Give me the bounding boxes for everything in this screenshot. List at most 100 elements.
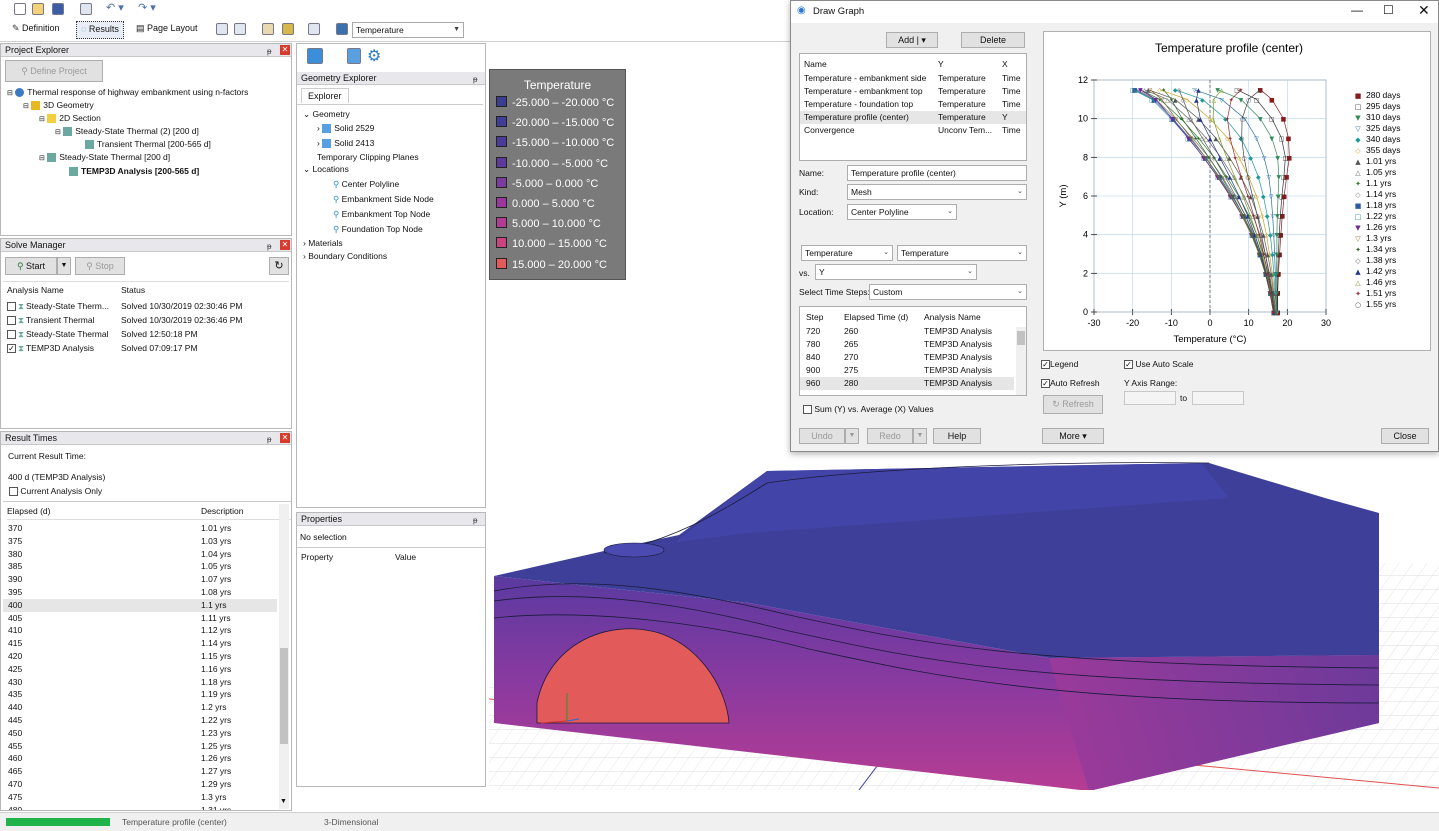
checkbox[interactable] [7, 316, 16, 326]
graph-icon[interactable] [308, 23, 320, 35]
y-max-field[interactable] [1192, 391, 1244, 405]
table-row[interactable]: 380 1.04 yrs [3, 548, 277, 561]
table-row[interactable]: 405 1.11 yrs [3, 612, 277, 625]
table-row[interactable]: 370 1.01 yrs [3, 522, 277, 535]
legend-checkbox[interactable]: ✓Legend [1041, 359, 1078, 370]
tree-item-locations[interactable]: ⌄ Locations [303, 163, 349, 175]
pin-icon[interactable]: ᵽ [473, 514, 477, 527]
undo-dropdown[interactable]: ▼ [845, 428, 859, 444]
redo-button[interactable]: Redo [867, 428, 913, 444]
tree-item-steady-state[interactable]: ⊟ Steady-State Thermal [200 d] [39, 151, 170, 165]
define-project-button[interactable]: ⚲ Define Project [5, 60, 103, 82]
pin-icon[interactable]: ᵽ [473, 73, 477, 86]
checkbox[interactable] [9, 487, 18, 497]
close-icon[interactable]: ✕ [280, 433, 290, 443]
tab-results[interactable]: ◌ Results [76, 21, 124, 39]
flow-icon[interactable] [262, 23, 274, 35]
auto-refresh-checkbox[interactable]: ✓Auto Refresh [1041, 378, 1100, 389]
add-button[interactable]: Add | ▾ [886, 32, 938, 48]
tree-item-embankment-top[interactable]: ⚲ Embankment Top Node [333, 208, 430, 220]
checkbox[interactable] [7, 330, 16, 340]
table-row[interactable]: 455 1.25 yrs [3, 740, 277, 753]
contour-select[interactable]: Temperature ▼ [352, 22, 464, 38]
legend-icon[interactable] [336, 23, 348, 35]
tree-item-solid-2413[interactable]: › Solid 2413 [317, 137, 374, 149]
close-icon[interactable]: ✕ [280, 45, 290, 55]
checkbox[interactable]: ✓ [1041, 360, 1050, 370]
table-row[interactable]: 395 1.08 yrs [3, 586, 277, 599]
table-row[interactable]: 900 275 TEMP3D Analysis [800, 364, 1014, 377]
redo-dropdown[interactable]: ▼ [913, 428, 927, 444]
settings-gear-icon[interactable]: ⚙ [367, 46, 381, 66]
table-row[interactable]: 780 265 TEMP3D Analysis [800, 338, 1014, 351]
tree-item-transient[interactable]: Transient Thermal [200-565 d] [85, 138, 211, 150]
undo-icon[interactable]: ↶ ▾ [106, 1, 124, 14]
table-row[interactable]: ✓ ⧗ TEMP3D Analysis Solved 07:09:17 PM [7, 342, 293, 355]
kind-select[interactable]: Mesh ⌄ [847, 184, 1027, 200]
layout-icon[interactable] [216, 23, 228, 35]
table-row[interactable]: 840 270 TEMP3D Analysis [800, 351, 1014, 364]
tree-item-project[interactable]: ⊟ Thermal response of highway embankment… [7, 86, 248, 100]
table-row[interactable]: 420 1.15 yrs [3, 650, 277, 663]
minimize-icon[interactable]: — [1351, 3, 1363, 17]
scrollbar[interactable] [1016, 327, 1026, 395]
table-row[interactable]: 475 1.3 yrs [3, 791, 277, 804]
list-item[interactable]: Convergence Unconv Tem... Time [800, 124, 1026, 137]
table-row[interactable]: 720 260 TEMP3D Analysis [800, 325, 1014, 338]
start-dropdown[interactable]: ▼ [57, 257, 71, 275]
scroll-thumb[interactable] [280, 648, 288, 744]
table-row[interactable]: 480 1.31 yrs [3, 804, 277, 810]
tree-item-clipping[interactable]: Temporary Clipping Planes [317, 151, 419, 163]
save-icon[interactable] [52, 3, 64, 15]
time-steps-select[interactable]: Custom ⌄ [869, 284, 1027, 300]
tree-item-boundary[interactable]: › Boundary Conditions [303, 250, 387, 262]
more-button[interactable]: More ▾ [1042, 428, 1104, 444]
tree-item-center-polyline[interactable]: ⚲ Center Polyline [333, 178, 399, 190]
tree-item-geometry[interactable]: ⌄ Geometry [303, 108, 350, 120]
close-button[interactable]: Close [1381, 428, 1429, 444]
solid-icon[interactable] [347, 48, 361, 64]
tab-page-layout[interactable]: ▤ Page Layout [136, 23, 198, 34]
close-icon[interactable]: ✕ [1418, 2, 1430, 19]
tree-item-foundation-top[interactable]: ⚲ Foundation Top Node [333, 223, 423, 235]
table-icon[interactable] [234, 23, 246, 35]
y-value-select[interactable]: Temperature ⌄ [897, 245, 1027, 261]
start-button[interactable]: ⚲ Start [5, 257, 57, 275]
tree-item-geometry[interactable]: ⊟ 3D Geometry [23, 99, 94, 113]
checkbox[interactable]: ✓ [1041, 379, 1050, 389]
sum-checkbox[interactable]: Sum (Y) vs. Average (X) Values [803, 404, 934, 415]
list-item[interactable]: Temperature - embankment side Temperature… [800, 72, 1026, 85]
new-file-icon[interactable] [14, 3, 26, 15]
close-icon[interactable]: ✕ [280, 240, 290, 250]
checkbox[interactable]: ✓ [7, 344, 16, 354]
refresh-button[interactable]: ↻ Refresh [1043, 395, 1103, 414]
print-icon[interactable] [80, 3, 92, 15]
delete-button[interactable]: Delete [961, 32, 1025, 48]
table-row[interactable]: 440 1.2 yrs [3, 701, 277, 714]
table-row[interactable]: 960 280 TEMP3D Analysis [800, 377, 1014, 390]
location-select[interactable]: Center Polyline ⌄ [847, 204, 957, 220]
table-row[interactable]: 415 1.14 yrs [3, 637, 277, 650]
table-row[interactable]: 375 1.03 yrs [3, 535, 277, 548]
table-row[interactable]: 390 1.07 yrs [3, 573, 277, 586]
scrollbar[interactable]: ▼ [279, 504, 289, 809]
x-value-select[interactable]: Y ⌄ [815, 264, 977, 280]
scroll-thumb[interactable] [1017, 331, 1025, 345]
name-field[interactable]: Temperature profile (center) [847, 165, 1027, 181]
y-min-field[interactable] [1124, 391, 1176, 405]
table-row[interactable]: ⧗ Steady-State Therm... Solved 10/30/2019 … [7, 300, 293, 313]
list-item[interactable]: Temperature - embankment top Temperature T… [800, 85, 1026, 98]
tab-explorer[interactable]: Explorer [301, 88, 349, 103]
tree-item-temp3d[interactable]: TEMP3D Analysis [200-565 d] [69, 165, 199, 177]
maximize-icon[interactable]: ☐ [1383, 3, 1394, 17]
y-category-select[interactable]: Temperature ⌄ [801, 245, 893, 261]
redo-icon[interactable]: ↷ ▾ [138, 1, 156, 14]
table-row[interactable]: 400 1.1 yrs [3, 598, 277, 612]
pin-icon[interactable]: ᵽ [267, 45, 271, 58]
checkbox[interactable] [7, 302, 16, 312]
table-row[interactable]: 445 1.22 yrs [3, 714, 277, 727]
tab-definition[interactable]: ✎ Definition [12, 23, 60, 34]
contour-icon[interactable] [282, 23, 294, 35]
table-row[interactable]: ⧗ Steady-State Thermal Solved 12:50:18 PM [7, 328, 293, 341]
list-item[interactable]: Temperature profile (center) Temperature Y [800, 111, 1026, 124]
